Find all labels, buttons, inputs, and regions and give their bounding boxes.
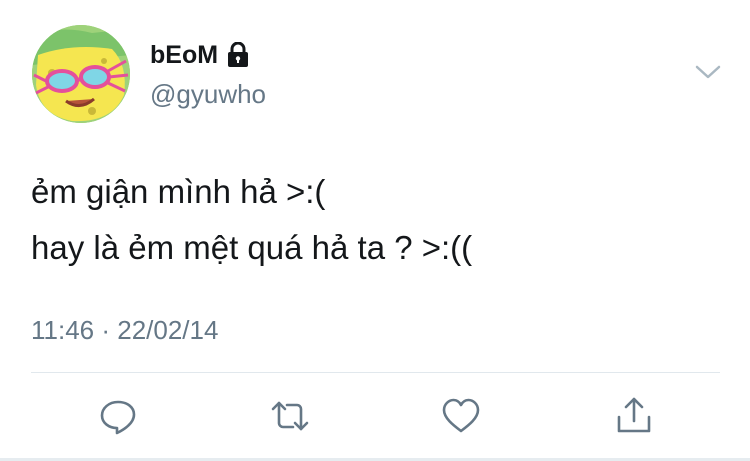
avatar[interactable] xyxy=(32,25,130,123)
divider xyxy=(31,372,720,373)
tweet-text-line: ẻm giận mình hả >:( xyxy=(31,173,326,210)
chevron-down-icon[interactable] xyxy=(694,62,722,82)
tweet-text-line: hay là ẻm mệt quá hả ta ? >:(( xyxy=(31,229,473,266)
retweet-button[interactable] xyxy=(270,396,310,436)
tweet-text: ẻm giận mình hả >:( hay là ẻm mệt quá hả… xyxy=(31,164,472,276)
spongebob-avatar-icon xyxy=(32,25,130,123)
like-icon xyxy=(442,398,480,433)
share-button[interactable] xyxy=(614,396,654,436)
share-icon xyxy=(617,397,651,433)
display-name[interactable]: bEoM xyxy=(150,40,218,70)
tweet-card: bEoM @gyuwho ẻm giận mình hả >:( hay là … xyxy=(0,0,750,461)
timestamp[interactable]: 11:46 · 22/02/14 xyxy=(31,312,218,348)
like-button[interactable] xyxy=(441,396,481,436)
lock-icon xyxy=(226,41,250,68)
retweet-icon xyxy=(271,401,309,431)
action-bar xyxy=(0,396,750,436)
handle[interactable]: @gyuwho xyxy=(150,78,266,110)
reply-button[interactable] xyxy=(98,396,138,436)
reply-icon xyxy=(100,400,136,435)
